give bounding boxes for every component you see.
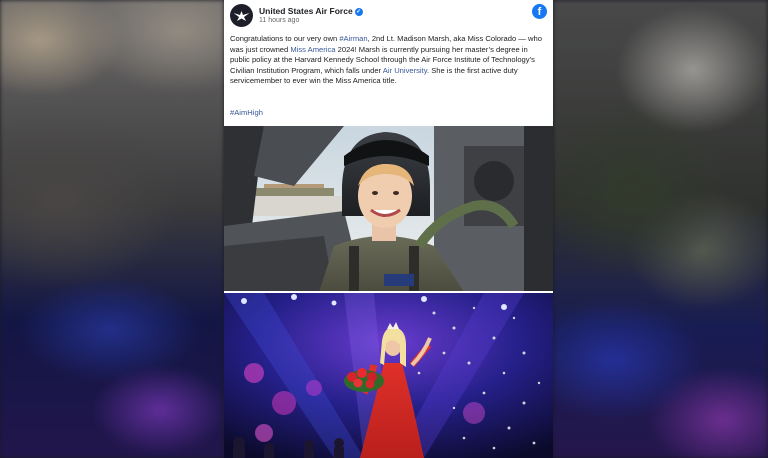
blurred-background-left (0, 0, 224, 458)
page-name-text[interactable]: United States Air Force (259, 6, 353, 16)
page-name[interactable]: United States Air Force ✓ (259, 6, 363, 16)
post-text: Congratulations to our very own #Airman,… (230, 34, 548, 87)
post-photo-crowning[interactable] (224, 293, 553, 458)
verified-badge-icon: ✓ (354, 7, 363, 16)
facebook-icon: f (532, 4, 547, 19)
post-text-link[interactable]: #Airman (339, 34, 367, 43)
post-text-link[interactable]: Air University (383, 66, 427, 75)
post-header: United States Air Force ✓ 11 hours ago f (224, 0, 553, 30)
facebook-post-card: United States Air Force ✓ 11 hours ago f … (224, 0, 553, 458)
hashtag-aimhigh[interactable]: #AimHigh (230, 108, 263, 117)
post-timestamp[interactable]: 11 hours ago (259, 17, 299, 24)
post-text-link[interactable]: Miss America (290, 45, 335, 54)
blurred-background-right (553, 0, 768, 458)
post-photo-cockpit[interactable] (224, 126, 553, 292)
post-text-segment: Congratulations to our very own (230, 34, 340, 43)
air-force-logo-icon[interactable] (230, 4, 253, 27)
